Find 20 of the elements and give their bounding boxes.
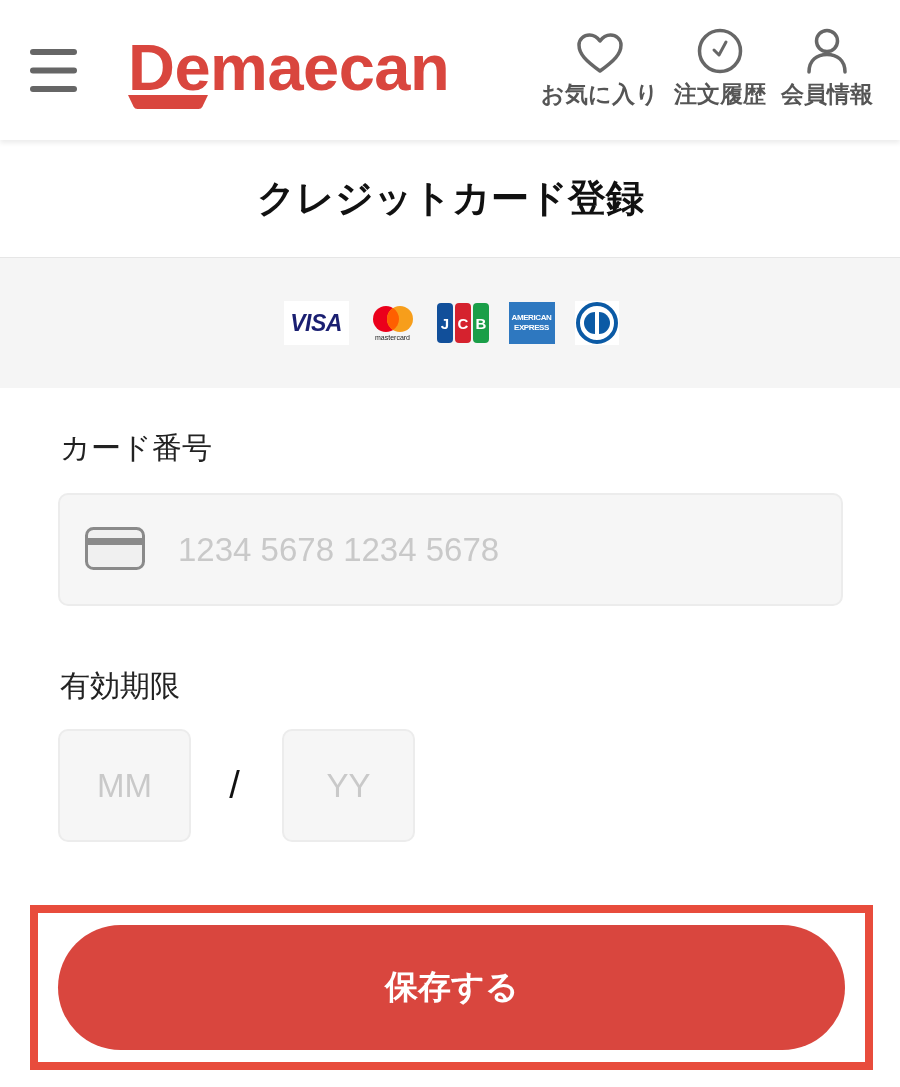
amex-logo: AMERICAN EXPRESS bbox=[508, 302, 555, 344]
logo-text: Demaecan bbox=[128, 35, 450, 100]
logo-underline-icon bbox=[128, 95, 208, 109]
nav-link[interactable]: 会員情報 bbox=[781, 27, 873, 109]
menu-button[interactable] bbox=[30, 47, 77, 93]
nav-link[interactable]: お気に入り bbox=[541, 31, 659, 109]
date-separator: / bbox=[229, 762, 240, 808]
field-label: カード番号 bbox=[60, 429, 213, 467]
credit-card-icon bbox=[85, 527, 145, 570]
field-label: 有効期限 bbox=[60, 667, 181, 705]
heart-icon bbox=[576, 31, 624, 74]
clock-icon bbox=[697, 27, 743, 74]
menu-icon bbox=[30, 47, 77, 93]
nav-link[interactable]: 注文履歴 bbox=[674, 27, 766, 109]
visa-logo: VISA bbox=[283, 301, 349, 345]
person-icon bbox=[806, 27, 848, 74]
split-circle-logo-icon bbox=[574, 301, 619, 345]
save-button[interactable]: 保存する bbox=[58, 925, 845, 1050]
overlapping-circles-icon bbox=[370, 305, 415, 333]
page-title: クレジットカード登録 bbox=[256, 175, 644, 222]
